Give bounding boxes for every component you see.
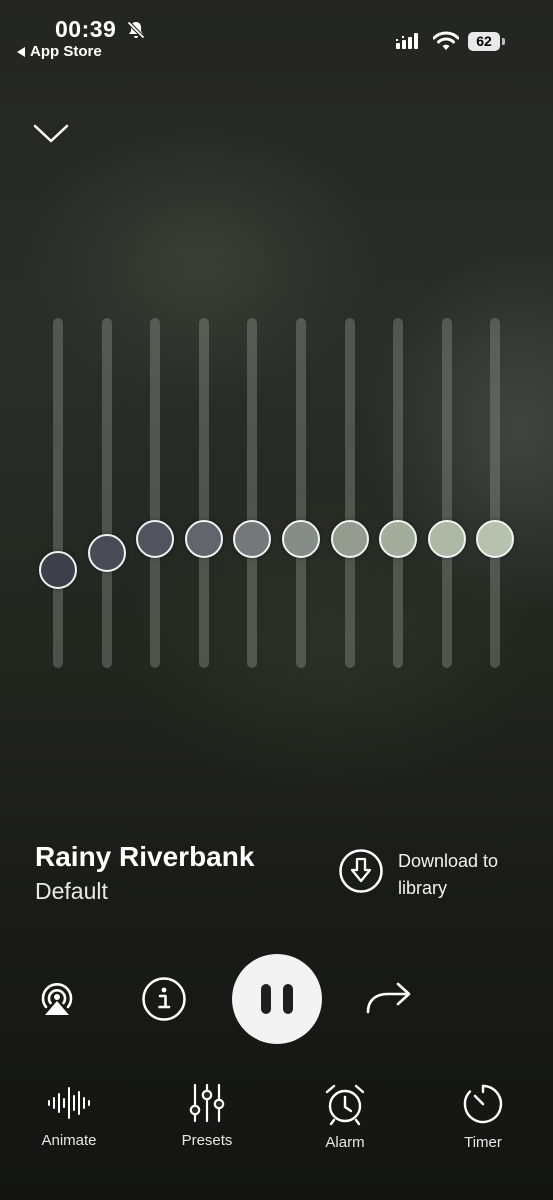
sliders-icon [189, 1083, 225, 1123]
airplay-icon [41, 983, 73, 1015]
timer-icon [463, 1084, 503, 1124]
mixer-track-1[interactable] [53, 318, 63, 668]
mixer-knob-6[interactable] [282, 519, 320, 558]
track-preset: Default [35, 878, 108, 904]
mixer-track-3[interactable] [150, 318, 161, 668]
mixer-track-9[interactable] [441, 318, 452, 668]
tab-alarm-label: Alarm [325, 1134, 365, 1151]
tab-timer[interactable]: Timer [438, 1082, 528, 1151]
mixer-track-4[interactable] [198, 318, 209, 668]
mixer-track-6[interactable] [296, 318, 306, 668]
mixer-knob-1[interactable] [39, 551, 77, 589]
tab-animate-label: Animate [41, 1132, 97, 1149]
battery-icon: 62 [468, 32, 500, 51]
status-bar: 00:39 App Store 62 [0, 0, 553, 70]
mixer-knob-8[interactable] [379, 519, 418, 558]
airplay-button[interactable] [38, 980, 76, 1023]
mixer-track-5[interactable] [247, 318, 258, 668]
mixer-knob-4[interactable] [184, 519, 223, 558]
track-title: Rainy Riverbank [35, 841, 255, 872]
bell-muted-icon [126, 20, 146, 45]
cellular-signal-icon [396, 33, 420, 54]
share-arrow-icon [366, 982, 411, 1014]
alarm-clock-icon [325, 1084, 365, 1126]
tab-presets-label: Presets [181, 1132, 233, 1149]
mixer-knob-10[interactable] [476, 519, 515, 558]
pause-icon [261, 984, 271, 1014]
mixer-knob-7[interactable] [330, 519, 369, 558]
tab-alarm[interactable]: Alarm [300, 1082, 390, 1151]
mixer-knob-5[interactable] [233, 519, 272, 558]
tab-timer-label: Timer [464, 1134, 502, 1151]
mixer-track-8[interactable] [393, 318, 404, 668]
download-label: Download to library [398, 851, 499, 898]
info-button[interactable] [141, 976, 187, 1027]
pause-button[interactable] [232, 954, 322, 1044]
back-app-label: App Store [30, 43, 102, 60]
back-to-app-store[interactable]: App Store [17, 43, 102, 60]
mixer-knob-2[interactable] [87, 533, 126, 572]
playback-controls [0, 950, 553, 1050]
chevron-down-icon [33, 124, 69, 143]
collapse-button[interactable] [33, 122, 69, 146]
mixer-track-2[interactable] [101, 318, 112, 668]
download-to-library-button[interactable]: Download to library [338, 848, 518, 902]
waveform-icon [48, 1087, 90, 1119]
mixer-track-7[interactable] [344, 318, 355, 668]
tab-presets[interactable]: Presets [162, 1082, 252, 1149]
mixer-track-10[interactable] [490, 318, 501, 668]
mixer-knob-9[interactable] [427, 519, 466, 558]
status-time: 00:39 [55, 16, 117, 42]
bottom-tab-bar: Animate Presets Alarm Timer [0, 1082, 553, 1162]
tab-animate[interactable]: Animate [24, 1082, 114, 1149]
download-circle-icon [339, 849, 383, 893]
back-triangle-icon [17, 46, 25, 57]
battery-cap [502, 38, 505, 45]
sound-mixer [0, 318, 553, 670]
share-button[interactable] [364, 978, 414, 1023]
wifi-icon [432, 31, 460, 56]
info-icon [142, 977, 186, 1021]
mixer-knob-3[interactable] [136, 519, 175, 558]
